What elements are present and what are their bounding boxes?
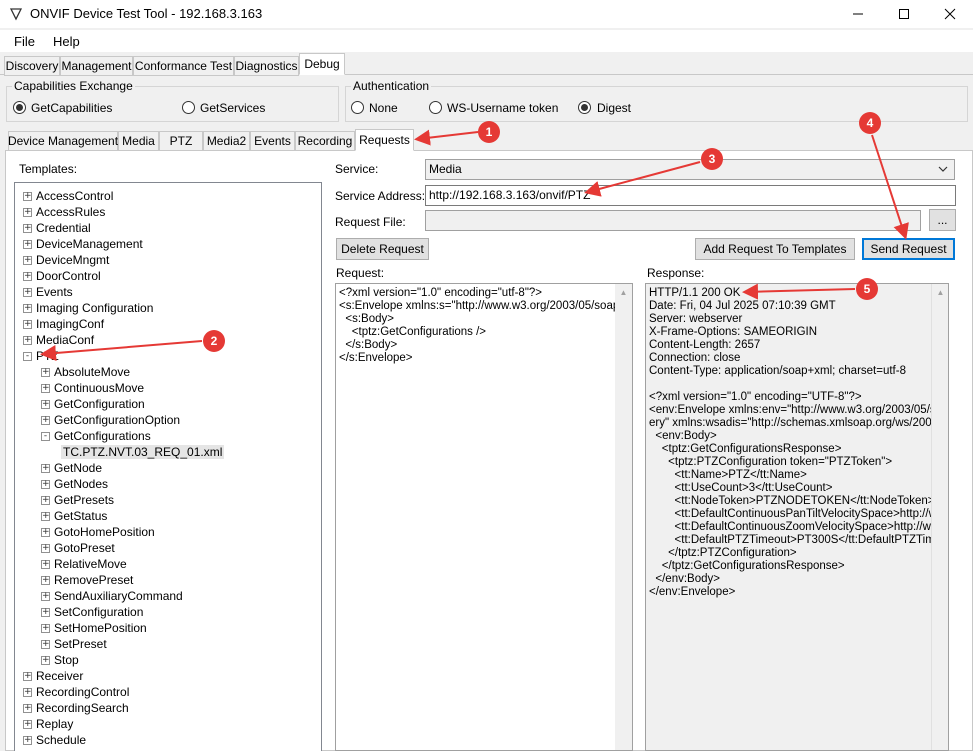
annotation-arrow-1 <box>414 129 479 146</box>
annotation-arrow-4 <box>871 134 909 240</box>
annotation-arrows <box>40 129 909 361</box>
annotation-badge-5: 5 <box>856 278 878 300</box>
tab-debug[interactable]: Debug <box>299 53 345 75</box>
annotation-badge-3: 3 <box>701 148 723 170</box>
annotation-arrow-3 <box>584 161 701 197</box>
annotation-badge-2: 2 <box>203 330 225 352</box>
annotation-arrow-5 <box>742 283 856 300</box>
annotation-arrow-2 <box>40 340 203 361</box>
annotation-badge-1: 1 <box>478 121 500 143</box>
annotation-badge-4: 4 <box>859 112 881 134</box>
tab-requests[interactable]: Requests <box>355 129 414 151</box>
